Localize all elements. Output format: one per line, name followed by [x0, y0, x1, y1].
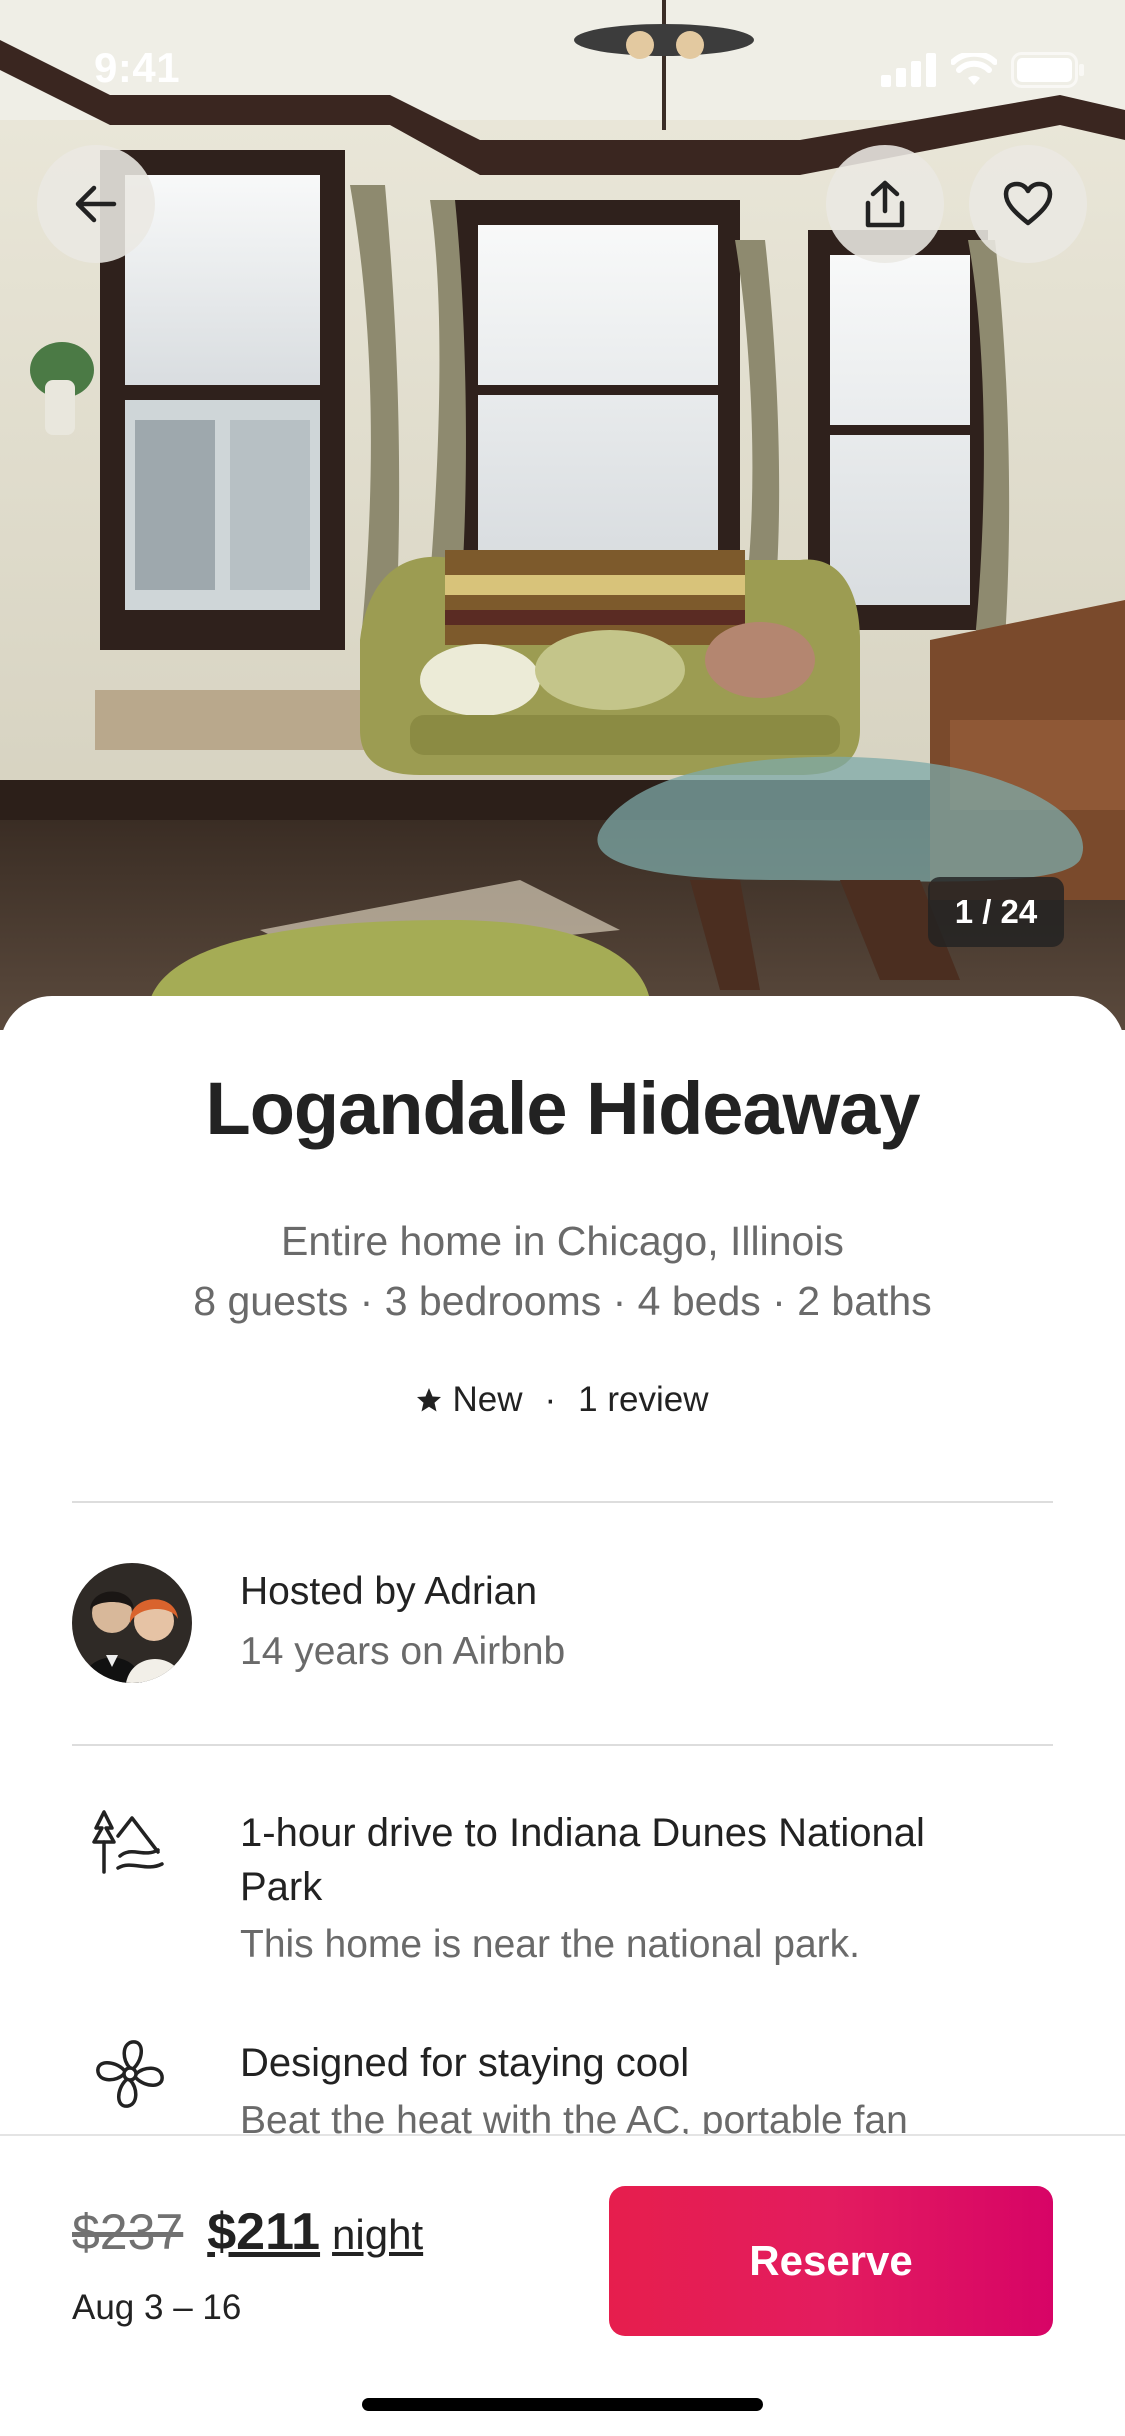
price-row[interactable]: $237 $211 night [72, 2202, 423, 2262]
rating-row[interactable]: New · 1 review [0, 1380, 1125, 1420]
host-avatar[interactable] [72, 1563, 192, 1683]
status-bar: 9:41 [0, 0, 1125, 135]
listing-capacity: 8 guests · 3 bedrooms · 4 beds · 2 baths [193, 1278, 932, 1324]
wifi-icon [951, 53, 997, 85]
status-time: 9:41 [94, 44, 181, 91]
national-park-icon [92, 1810, 164, 1874]
cellular-signal-icon [881, 53, 936, 87]
heart-icon [1003, 181, 1053, 226]
rating-label: New [452, 1380, 523, 1419]
listing-photo[interactable] [0, 0, 1125, 1030]
photo-counter: 1 / 24 [928, 877, 1064, 947]
divider [72, 1501, 1053, 1503]
host-name: Hosted by Adrian [240, 1570, 538, 1613]
battery-icon [1011, 52, 1084, 88]
reviews-count: 1 review [578, 1380, 709, 1419]
home-indicator[interactable] [362, 2398, 763, 2411]
booking-bar: $237 $211 night Aug 3 – 16 Reserve [0, 2134, 1125, 2436]
listing-location: Entire home in Chicago, Illinois [281, 1218, 844, 1264]
status-icons [881, 52, 1085, 88]
divider [72, 1744, 1053, 1746]
living-room-photo [0, 0, 1125, 1030]
host-photo [72, 1563, 192, 1683]
save-to-wishlist-button[interactable] [969, 145, 1087, 263]
host-tenure: 14 years on Airbnb [240, 1630, 566, 1673]
highlight-title: 1-hour drive to Indiana Dunes National P… [240, 1811, 925, 1909]
highlight-description: This home is near the national park. [240, 1923, 861, 1966]
reserve-button[interactable]: Reserve [609, 2186, 1053, 2336]
arrow-left-icon [75, 185, 117, 223]
discounted-price: $211 [207, 2203, 321, 2261]
share-button[interactable] [826, 145, 944, 263]
back-button[interactable] [37, 145, 155, 263]
stay-dates[interactable]: Aug 3 – 16 [72, 2288, 241, 2328]
share-icon [865, 180, 905, 228]
price-unit: night [332, 2211, 424, 2258]
star-icon [417, 1388, 442, 1412]
highlight-title: Designed for staying cool [240, 2041, 690, 2085]
rating-separator: · [544, 1380, 557, 1419]
fan-icon [96, 2040, 164, 2108]
original-price: $237 [72, 2204, 184, 2260]
listing-title: Logandale Hideaway [205, 1067, 921, 1150]
